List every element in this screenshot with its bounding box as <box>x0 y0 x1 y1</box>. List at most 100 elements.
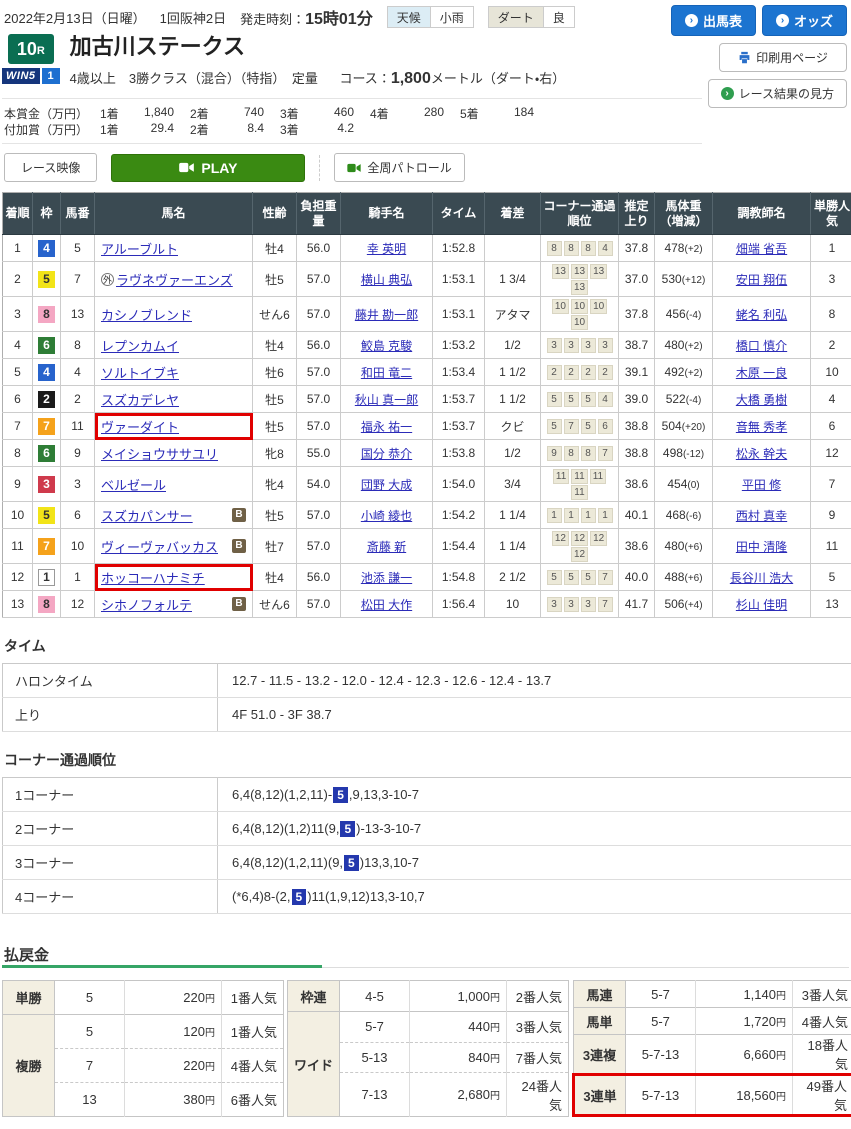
trainer-link[interactable]: 長谷川 浩大 <box>730 571 793 585</box>
popularity-suffix: 番人気 <box>523 1020 562 1035</box>
trainer-link[interactable]: 杉山 佳明 <box>736 598 787 612</box>
jockey-link[interactable]: 横山 典弘 <box>361 273 412 287</box>
corner-position-box: 10 <box>552 299 569 314</box>
jockey-link[interactable]: 福永 祐一 <box>361 420 412 434</box>
column-header: 着差 <box>485 193 541 235</box>
print-page-button[interactable]: 印刷用ページ <box>719 43 847 72</box>
arrow-circle-icon: › <box>776 14 789 27</box>
corner-position-box: 8 <box>547 241 562 256</box>
horse-link[interactable]: ヴァーダイト <box>101 417 179 436</box>
horse-link[interactable]: ヴィーヴァバッカス <box>101 537 218 556</box>
horse-link[interactable]: ソルトイブキ <box>101 363 179 382</box>
column-header: 性齢 <box>253 193 297 235</box>
popularity-number: 49 <box>807 1079 821 1094</box>
bet-combination: 5-13 <box>340 1042 410 1073</box>
horse-number: 2 <box>61 386 95 413</box>
result-guide-button[interactable]: › レース結果の見方 <box>708 79 847 108</box>
race-number-suffix: R <box>37 45 45 57</box>
corner-positions: 5557 <box>541 564 619 591</box>
jockey-link[interactable]: 鮫島 克駿 <box>361 339 412 353</box>
horse-link[interactable]: ホッコーハナミチ <box>101 568 205 587</box>
horse-link[interactable]: レプンカムイ <box>101 336 179 355</box>
last-3f-time: 41.7 <box>619 591 655 618</box>
bracket-cell: 8 <box>33 591 61 618</box>
corner-position-box: 2 <box>564 365 579 380</box>
odds-button[interactable]: › オッズ <box>762 5 847 36</box>
patrol-video-button[interactable]: 全周パトロール <box>334 153 464 182</box>
course-distance: 1,800 <box>391 70 431 87</box>
popularity-number: 4 <box>231 1059 238 1074</box>
jockey-link[interactable]: 幸 英明 <box>367 242 406 256</box>
bet-type-label: 枠連 <box>288 981 340 1012</box>
trainer-link[interactable]: 田中 清隆 <box>736 540 787 554</box>
trainer-link[interactable]: 蛯名 利弘 <box>736 308 787 322</box>
jockey-link[interactable]: 秋山 真一郎 <box>355 393 418 407</box>
carried-weight: 57.0 <box>297 413 341 440</box>
horse-name-wrap: ソルトイブキ <box>97 363 250 382</box>
jockey-link[interactable]: 藤井 勘一郎 <box>355 308 418 322</box>
jockey-link[interactable]: 国分 恭介 <box>361 447 412 461</box>
horse-link[interactable]: アルーブルト <box>101 239 178 258</box>
conditions-text: 4歳以上 3勝クラス（混合）（特指） 定量 <box>70 71 318 86</box>
horse-link[interactable]: ラヴネヴァーエンズ <box>116 270 233 289</box>
jockey-link[interactable]: 松田 大作 <box>361 598 412 612</box>
trainer-link[interactable]: 西村 真幸 <box>736 509 787 523</box>
popularity-rank: 1番人気 <box>222 981 284 1015</box>
trainer-link[interactable]: 松永 幹夫 <box>736 447 787 461</box>
payout-amount-value: 220 <box>183 1058 205 1073</box>
horse-link[interactable]: ベルゼール <box>101 475 166 494</box>
trainer-link[interactable]: 大橋 勇樹 <box>736 393 787 407</box>
race-video-button[interactable]: レース映像 <box>4 153 97 182</box>
trainer-link[interactable]: 平田 修 <box>742 478 781 492</box>
jockey-link[interactable]: 団野 大成 <box>361 478 412 492</box>
prize-rank: 3着 <box>280 105 310 122</box>
trainer-link[interactable]: 橋口 慎介 <box>736 339 787 353</box>
play-button[interactable]: PLAY <box>111 154 305 182</box>
trainer-link[interactable]: 安田 翔伍 <box>736 273 787 287</box>
time-row: ハロンタイム12.7 - 11.5 - 13.2 - 12.0 - 12.4 -… <box>3 664 851 698</box>
prize-pair: 1着29.4 <box>100 121 190 138</box>
horse-link[interactable]: スズカパンサー <box>101 506 193 525</box>
trainer-link[interactable]: 音無 秀孝 <box>736 420 787 434</box>
bet-type-label: 馬単 <box>574 1008 626 1035</box>
popularity-rank: 1番人気 <box>222 1015 284 1049</box>
bracket-number: 6 <box>38 337 55 354</box>
body-weight-diff: (0) <box>687 480 699 491</box>
horse-link[interactable]: カシノブレンド <box>101 305 192 324</box>
bet-type-label: 3連複 <box>574 1035 626 1075</box>
jockey-link[interactable]: 小崎 綾也 <box>361 509 412 523</box>
horse-link[interactable]: スズカデレヤ <box>101 390 179 409</box>
payout-amount: 6,660円 <box>696 1035 793 1075</box>
horse-link[interactable]: メイショウササユリ <box>101 444 218 463</box>
horse-name-wrap: スズカパンサーB <box>97 506 250 525</box>
corner-position-box: 3 <box>581 597 596 612</box>
jockey-link[interactable]: 斎藤 新 <box>367 540 406 554</box>
corner-positions: 2222 <box>541 359 619 386</box>
horse-name-wrap: スズカデレヤ <box>97 390 250 409</box>
horse-link[interactable]: シホノフォルテ <box>101 595 192 614</box>
popularity-suffix: 番人気 <box>809 1015 848 1030</box>
trainer-link[interactable]: 畑端 省吾 <box>736 242 787 256</box>
body-weight: 488(+6) <box>655 564 713 591</box>
bracket-cell: 8 <box>33 297 61 332</box>
jockey-link[interactable]: 和田 竜二 <box>361 366 412 380</box>
divider <box>319 155 320 181</box>
finish-time: 1:52.8 <box>433 235 485 262</box>
entries-button[interactable]: › 出馬表 <box>671 5 756 36</box>
payout-section-title: 払戻金 <box>4 944 849 965</box>
bet-combination: 5-7 <box>626 1008 696 1035</box>
payout-amount-value: 1,720 <box>743 1014 776 1029</box>
trainer-link[interactable]: 木原 一良 <box>736 366 787 380</box>
win-favorite-rank: 11 <box>811 529 851 564</box>
corner-position-box: 13 <box>571 280 588 295</box>
time-row-label: 上り <box>3 698 218 732</box>
carried-weight: 56.0 <box>297 235 341 262</box>
table-row: 933ベルゼール牝454.0団野 大成1:54.03/41111111138.6… <box>3 467 851 502</box>
corner-position-box: 8 <box>564 446 579 461</box>
carried-weight: 57.0 <box>297 502 341 529</box>
horse-number: 3 <box>61 467 95 502</box>
weather-value: 小雨 <box>430 6 474 28</box>
bet-combination: 13 <box>55 1083 125 1117</box>
yen-suffix: 円 <box>490 1023 500 1034</box>
jockey-link[interactable]: 池添 謙一 <box>361 571 412 585</box>
